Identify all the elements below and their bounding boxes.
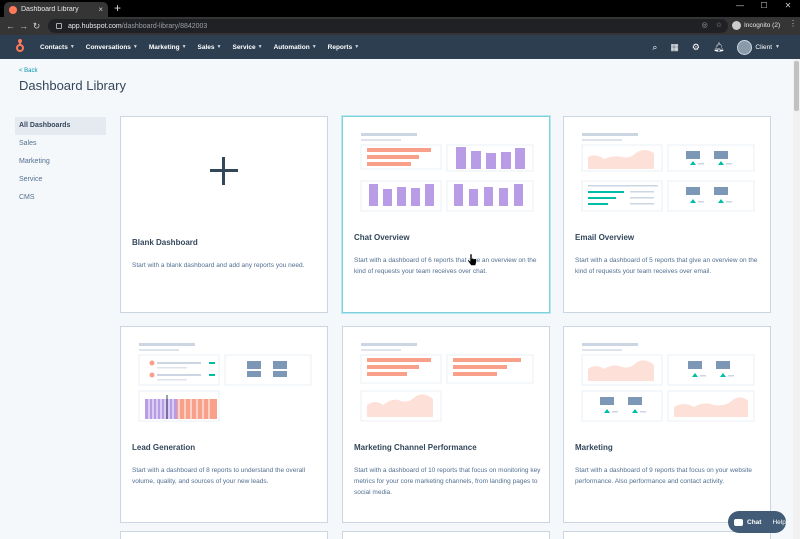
sidebar-item-marketing[interactable]: Marketing: [15, 153, 106, 171]
card-preview-illustration: [138, 343, 312, 422]
nav-reports[interactable]: Reports ▼: [328, 44, 360, 51]
close-window-icon[interactable]: ✕: [776, 0, 800, 17]
incognito-profile[interactable]: Incognito (2): [732, 19, 780, 32]
dashboard-card-chat-overview[interactable]: Chat Overview Start with a dashboard of …: [342, 116, 550, 313]
nav-label: Contacts: [40, 43, 68, 51]
url-path: /dashboard-library/8842003: [121, 22, 208, 30]
nav-sales[interactable]: Sales ▼: [198, 44, 222, 51]
nav-label: Automation: [273, 43, 310, 51]
card-preview-illustration: [581, 343, 755, 422]
new-tab-button[interactable]: +: [114, 2, 121, 14]
card-description: Start with a dashboard of 10 reports tha…: [354, 467, 541, 496]
chevron-down-icon: ▼: [216, 44, 222, 50]
close-tab-icon[interactable]: ×: [98, 5, 103, 14]
dashboard-card-email-overview[interactable]: Email Overview Start with a dashboard of…: [563, 116, 771, 313]
chevron-down-icon: ▼: [69, 44, 75, 50]
account-menu[interactable]: Client ▼: [737, 39, 780, 55]
card-preview-illustration: [360, 133, 534, 212]
chevron-down-icon: ▼: [354, 44, 360, 50]
address-bar: ← → ↻ app.hubspot.com /dashboard-library…: [0, 17, 800, 35]
nav-label: Service: [232, 43, 256, 51]
hand-cursor-icon: [467, 253, 477, 266]
reload-icon[interactable]: ↻: [30, 21, 43, 32]
chevron-down-icon: ▼: [181, 44, 187, 50]
browser-tab-strip: Dashboard Library × + — ☐ ✕: [0, 0, 800, 17]
dashboard-card-partial[interactable]: [120, 531, 328, 539]
search-icon[interactable]: ⌕: [652, 42, 657, 53]
back-link[interactable]: < Back: [19, 68, 38, 74]
chevron-down-icon: ▼: [775, 44, 780, 50]
profile-label: Incognito (2): [744, 22, 781, 29]
chevron-down-icon: ▼: [311, 44, 317, 50]
window-controls: — ☐ ✕: [728, 0, 800, 17]
minimize-icon[interactable]: —: [728, 0, 752, 17]
chat-bubble-icon: [734, 518, 743, 526]
url-host: app.hubspot.com: [68, 22, 122, 30]
gear-icon[interactable]: ⚙: [692, 42, 700, 53]
card-description: Start with a dashboard of 9 reports that…: [575, 467, 753, 485]
bell-icon[interactable]: 🔔︎: [713, 42, 724, 53]
nav-marketing[interactable]: Marketing ▼: [149, 44, 187, 51]
scrollbar[interactable]: [793, 59, 800, 539]
dashboard-card-lead-generation[interactable]: Lead Generation Start with a dashboard o…: [120, 326, 328, 523]
nav-label: Reports: [327, 43, 353, 51]
nav-label: Marketing: [148, 43, 180, 51]
hubspot-favicon-icon: [9, 5, 17, 14]
lock-icon: [56, 23, 62, 29]
card-description: Start with a dashboard of 8 reports to u…: [132, 467, 306, 485]
nav-label: Sales: [197, 43, 215, 51]
chevron-down-icon: ▼: [132, 44, 138, 50]
dashboard-card-blank[interactable]: Blank Dashboard Start with a blank dashb…: [120, 116, 328, 313]
page-title: Dashboard Library: [19, 78, 126, 93]
scroll-thumb[interactable]: [794, 61, 799, 111]
forward-arrow-icon[interactable]: →: [17, 21, 30, 31]
nav-label: Conversations: [85, 43, 131, 51]
maximize-icon[interactable]: ☐: [752, 0, 776, 17]
card-description: Start with a blank dashboard and add any…: [132, 262, 305, 269]
card-title: Marketing Channel Performance: [354, 443, 477, 452]
dashboard-card-marketing-channel-performance[interactable]: Marketing Channel Performance Start with…: [342, 326, 550, 523]
card-description: Start with a dashboard of 5 reports that…: [575, 257, 758, 275]
sidebar-item-all-dashboards[interactable]: All Dashboards: [15, 117, 106, 135]
avatar: [737, 39, 753, 55]
card-title: Email Overview: [575, 233, 635, 242]
card-description: Start with a dashboard of 6 reports that…: [354, 257, 537, 275]
help-label[interactable]: Help: [772, 519, 785, 526]
dashboard-card-marketing[interactable]: Marketing Start with a dashboard of 9 re…: [563, 326, 771, 523]
browser-tab[interactable]: Dashboard Library ×: [4, 2, 108, 17]
nav-conversations[interactable]: Conversations ▼: [86, 44, 138, 51]
star-icon[interactable]: ☆: [716, 21, 722, 29]
chat-help-widget[interactable]: Chat Help: [728, 511, 786, 533]
hubspot-nav: Contacts ▼ Conversations ▼ Marketing ▼ Sale…: [0, 35, 800, 59]
sidebar-item-sales[interactable]: Sales: [15, 135, 106, 153]
card-preview-illustration: [360, 343, 534, 422]
sidebar: All Dashboards Sales Marketing Service C…: [15, 117, 106, 207]
nav-contacts[interactable]: Contacts ▼: [40, 44, 75, 51]
chat-label[interactable]: Chat: [747, 519, 761, 526]
plus-icon: [210, 157, 238, 185]
card-preview-illustration: [581, 133, 755, 212]
card-title: Chat Overview: [354, 233, 410, 242]
nav-automation[interactable]: Automation ▼: [274, 44, 317, 51]
card-title: Lead Generation: [132, 443, 196, 452]
sidebar-item-cms[interactable]: CMS: [15, 189, 106, 207]
eye-slash-icon[interactable]: ◎: [702, 21, 708, 29]
tab-title: Dashboard Library: [21, 6, 79, 13]
nav-service[interactable]: Service ▼: [232, 44, 262, 51]
chevron-down-icon: ▼: [257, 44, 263, 50]
back-arrow-icon[interactable]: ←: [4, 21, 17, 31]
url-field[interactable]: app.hubspot.com /dashboard-library/88420…: [48, 19, 728, 33]
card-title: Marketing: [575, 443, 613, 452]
dashboard-card-partial[interactable]: [342, 531, 550, 539]
marketplace-icon[interactable]: ▦: [670, 42, 679, 53]
browser-menu-icon[interactable]: ⋮: [789, 19, 797, 28]
card-title: Blank Dashboard: [132, 238, 198, 247]
hubspot-logo-icon[interactable]: [13, 39, 27, 54]
incognito-icon: [732, 21, 741, 30]
sidebar-item-service[interactable]: Service: [15, 171, 106, 189]
account-name: Client: [755, 43, 773, 51]
